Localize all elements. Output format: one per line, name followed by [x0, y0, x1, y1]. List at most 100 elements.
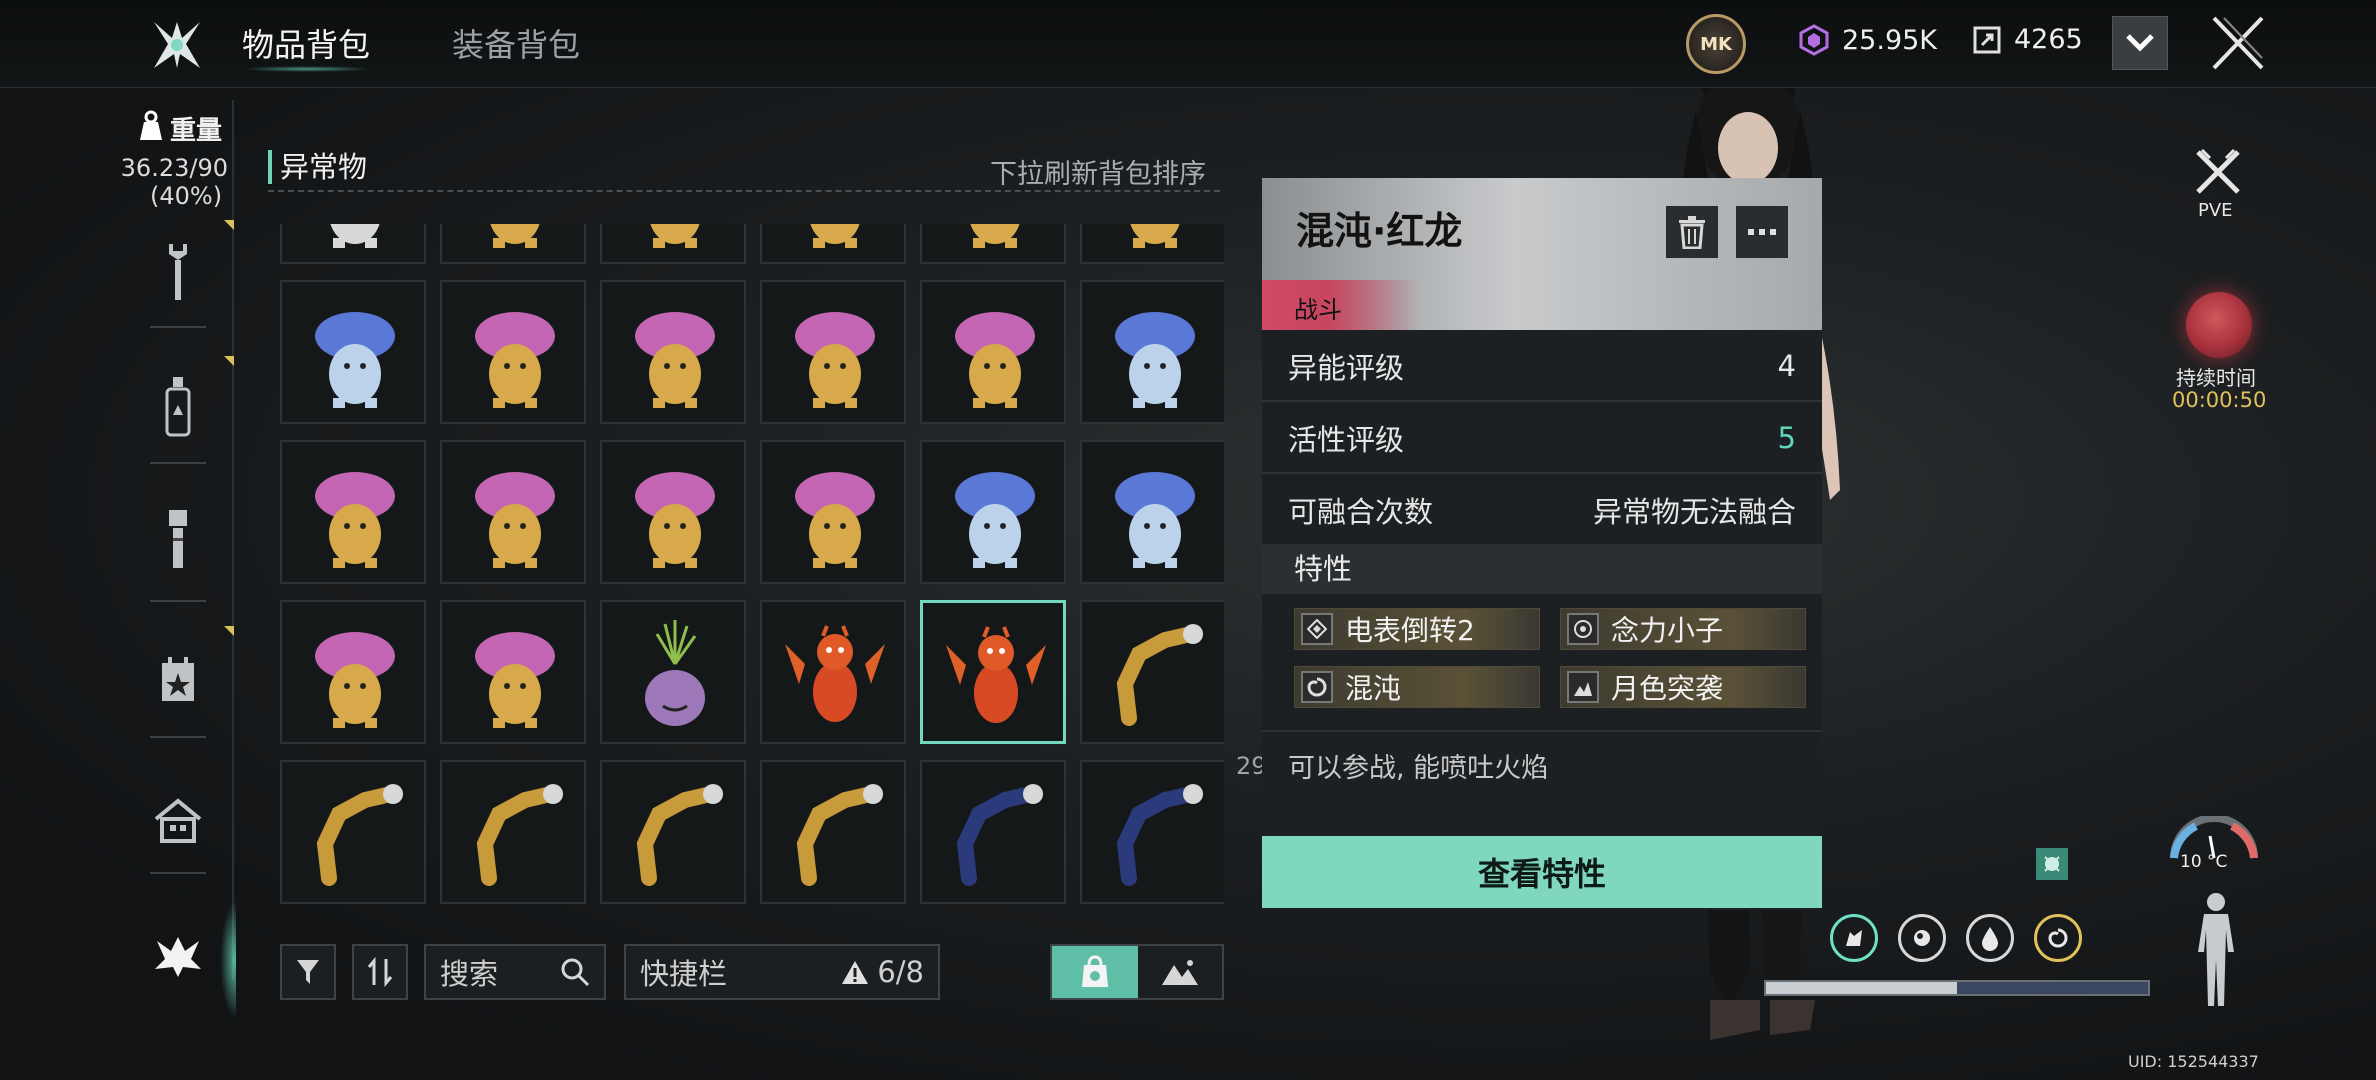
inventory-slot[interactable]	[1080, 440, 1224, 584]
inventory-slot[interactable]	[440, 280, 586, 424]
pve-crossed-guns-icon[interactable]	[2192, 146, 2244, 198]
inventory-slot[interactable]	[920, 280, 1066, 424]
category-home[interactable]	[150, 780, 206, 860]
weight-icon	[140, 110, 162, 140]
trait-item[interactable]: 电表倒转2	[1294, 608, 1540, 650]
inventory-slot[interactable]	[760, 224, 906, 264]
inventory-slot[interactable]	[440, 440, 586, 584]
inventory-slot[interactable]	[1080, 600, 1224, 744]
body-status-icon[interactable]	[2192, 890, 2240, 1010]
inventory-slot[interactable]	[1080, 280, 1224, 424]
battery-arm-item	[796, 784, 883, 886]
inventory-slot[interactable]	[920, 760, 1066, 904]
quickbar-label: 快捷栏	[640, 957, 728, 991]
search-field[interactable]: 搜索	[424, 944, 606, 1000]
inventory-slot[interactable]	[760, 440, 906, 584]
flashlight-icon	[169, 510, 187, 568]
blood-moon-icon	[2186, 292, 2252, 358]
inventory-slot[interactable]	[600, 600, 746, 744]
category-tools[interactable]	[150, 232, 206, 312]
category-consumables[interactable]	[150, 366, 206, 446]
trait-item[interactable]: 念力小子	[1560, 608, 1806, 650]
tab-equipment-bag[interactable]: 装备背包	[452, 20, 580, 66]
delete-button[interactable]	[1666, 206, 1718, 258]
battery-arm-item	[476, 784, 563, 886]
inventory-slot[interactable]	[1080, 224, 1224, 264]
inventory-slot[interactable]	[1080, 760, 1224, 904]
inventory-slot[interactable]	[280, 440, 426, 584]
stat-value: 异常物无法融合	[1592, 495, 1796, 529]
inventory-slot[interactable]	[600, 224, 746, 264]
stat-label: 活性评级	[1288, 423, 1405, 457]
bottle-icon	[165, 377, 191, 437]
view-traits-button[interactable]: 查看特性	[1262, 836, 1822, 908]
temperature-value: 10 °C	[2180, 852, 2228, 872]
inventory-slot[interactable]	[760, 600, 906, 744]
inventory-grid[interactable]	[280, 224, 1224, 904]
category-gear[interactable]	[150, 500, 206, 580]
home-icon	[154, 798, 202, 843]
user-id: UID: 152544337	[2128, 1052, 2259, 1071]
active-category-glow	[220, 900, 236, 1020]
token-amount: 4265	[2014, 24, 2083, 55]
purple-mushroom-item	[490, 224, 540, 248]
water-status-icon[interactable]	[1966, 914, 2014, 962]
crystal-currency: 25.95K	[1798, 24, 1937, 56]
purple-mushroom-item	[970, 224, 1020, 248]
diamond-icon	[1301, 613, 1333, 645]
inventory-slot[interactable]	[440, 224, 586, 264]
inventory-slot[interactable]	[760, 760, 906, 904]
expand-menu-button[interactable]	[2112, 16, 2168, 70]
quickbar-button[interactable]: 快捷栏 6/8	[624, 944, 940, 1000]
mind-status-icon[interactable]	[1898, 914, 1946, 962]
more-options-button[interactable]	[1736, 206, 1788, 258]
trait-label: 念力小子	[1611, 614, 1724, 647]
trash-icon	[1679, 216, 1705, 249]
panel-divider	[1262, 730, 1822, 732]
close-icon[interactable]	[2210, 14, 2266, 72]
inventory-slot[interactable]	[280, 760, 426, 904]
inventory-slot[interactable]	[600, 280, 746, 424]
bag-icon	[1082, 955, 1108, 987]
purple-mushroom-item	[810, 224, 860, 248]
inventory-slot[interactable]	[440, 600, 586, 744]
view-toggle[interactable]	[1050, 944, 1224, 1000]
selected-inventory-slot[interactable]	[920, 600, 1066, 744]
toggle-anomaly-view[interactable]	[1052, 946, 1138, 998]
inventory-slot[interactable]	[280, 224, 426, 264]
inventory-slot[interactable]	[920, 440, 1066, 584]
sanity-status-icon[interactable]	[2034, 914, 2082, 962]
filter-button[interactable]	[280, 944, 336, 1000]
buff-icon[interactable]	[2036, 848, 2068, 880]
inventory-slot[interactable]	[440, 760, 586, 904]
inventory-slot[interactable]	[760, 280, 906, 424]
blue-mushroom-item	[1115, 472, 1195, 568]
category-events[interactable]	[150, 640, 206, 720]
inventory-slot[interactable]	[280, 280, 426, 424]
stat-value: 5	[1777, 421, 1796, 455]
inventory-slot[interactable]	[280, 600, 426, 744]
stat-value: 4	[1777, 349, 1796, 383]
sidebar-divider	[232, 100, 234, 980]
inventory-slot[interactable]	[600, 760, 746, 904]
inventory-slot[interactable]	[920, 224, 1066, 264]
hunger-status-icon[interactable]	[1830, 914, 1878, 962]
category-anomalies[interactable]	[150, 914, 206, 994]
sidebar-marker	[224, 356, 234, 366]
target-icon	[1567, 613, 1599, 645]
battery-arm-item	[636, 784, 723, 886]
purple-mushroom-item	[635, 312, 715, 408]
sort-button[interactable]	[352, 944, 408, 1000]
tab-item-bag[interactable]: 物品背包	[242, 20, 370, 66]
weight-percent: (40%)	[150, 182, 223, 210]
game-logo-icon	[154, 22, 200, 68]
currency-badge-button[interactable]: MK	[1686, 14, 1746, 74]
moon-attack-icon	[1567, 671, 1599, 703]
trait-item[interactable]: 混沌	[1294, 666, 1540, 708]
inventory-slot[interactable]	[600, 440, 746, 584]
purple-mushroom-item	[955, 312, 1035, 408]
blue-battery-arm-item	[1116, 784, 1203, 886]
stat-row: 活性评级 5	[1262, 404, 1822, 474]
toggle-scenery-view[interactable]	[1138, 946, 1222, 998]
trait-item[interactable]: 月色突袭	[1560, 666, 1806, 708]
